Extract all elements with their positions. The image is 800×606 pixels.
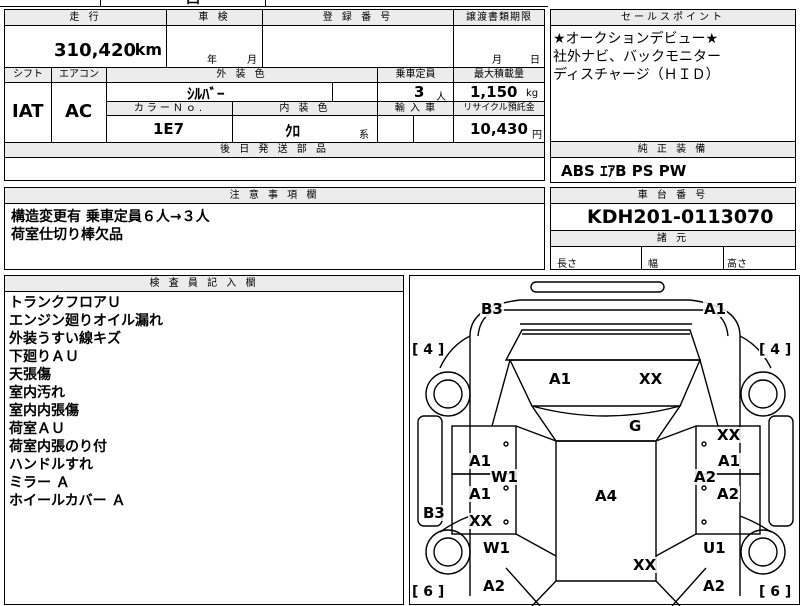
sales-point-line: ディスチャージ（ＨＩＤ） (553, 67, 720, 83)
inspector-notes-header: 検 査 員 記 入 欄 (5, 276, 403, 292)
width-label: 幅 (648, 259, 658, 270)
standard-equipment-value: ABS ｴｱB PS PW (561, 162, 687, 180)
damage-mark: A4 (594, 487, 619, 505)
tire-tread-mark: [ 6 ] (412, 584, 445, 600)
chassis-number-value: KDH201-0113070 (587, 206, 774, 228)
deadline-month-label: 月 (492, 55, 502, 66)
mileage-unit: km (134, 40, 162, 59)
interior-color-value: ｸﾛ (285, 122, 301, 140)
capacity-header: 乗車定員 (378, 68, 454, 83)
caution-box: 注 意 事 項 欄 構造変更有 乗車定員６人→３人 荷室仕切り棒欠品 (4, 187, 545, 270)
max-load-header: 最大積載量 (454, 68, 544, 83)
shift-header: シフト (5, 68, 52, 83)
damage-mark: W1 (490, 468, 519, 486)
vehicle-info-table: 走 行 車 検 登 録 番 号 譲渡書類期限 310,420 km 年 月 月 … (4, 9, 545, 181)
registration-value (263, 26, 454, 68)
inspection-month-label: 月 (247, 55, 257, 66)
damage-mark: A2 (693, 468, 718, 486)
damage-mark: B3 (480, 300, 504, 318)
aircon-header: エアコン (52, 68, 107, 83)
caution-line: 構造変更有 乗車定員６人→３人 (11, 209, 210, 225)
damage-mark: XX (468, 512, 494, 530)
damage-mark: XX (716, 426, 742, 444)
sales-point-line: ★オークションデビュー★ (553, 31, 719, 47)
height-label: 高さ (727, 259, 747, 270)
damage-diagram-box: B3 A1 A1 XX G XX A1 A1 W1 A2 A1 A4 A2 B3 XX W1 U1 XX A2 A2[… (409, 275, 800, 606)
chassis-number-box: 車 台 番 号 KDH201-0113070 (550, 187, 796, 231)
color-no-value: 1E7 (153, 120, 185, 138)
inspector-note-line: エンジン廻りオイル漏れ (9, 313, 163, 329)
sales-point-line: 社外ナビ、バックモニター (553, 49, 721, 65)
inspector-note-line: ミラー Ａ (9, 475, 70, 491)
color-no-header: カラーＮｏ. (107, 102, 233, 116)
inspector-note-line: トランクフロアＵ (9, 295, 121, 311)
standard-equipment-box: 純 正 装 備 ABS ｴｱB PS PW (550, 141, 796, 183)
damage-mark: A2 (482, 577, 507, 595)
damage-mark: A2 (716, 485, 741, 503)
inspector-note-line: 外装うすい線キズ (9, 331, 121, 347)
damage-mark: XX (632, 556, 658, 574)
inspector-note-line: ホイールカバー Ａ (9, 493, 126, 509)
tire-tread-mark: [ 6 ] (759, 584, 792, 600)
interior-color-suffix: 系 (359, 130, 369, 141)
damage-mark: A1 (468, 452, 493, 470)
inspector-notes-box: 検 査 員 記 入 欄 トランクフロアＵ エンジン廻りオイル漏れ 外装うすい線キズ下… (4, 275, 404, 605)
damage-mark: XX (638, 370, 664, 388)
tire-tread-mark: [ 4 ] (412, 342, 445, 358)
dimensions-box: 諸 元 長さ 幅 高さ (550, 230, 796, 270)
import-header: 輸 入 車 (378, 102, 454, 116)
damage-marks-layer: B3 A1 A1 XX G XX A1 A1 W1 A2 A1 A4 A2 B3 XX W1 U1 XX A2 A2[… (410, 276, 800, 606)
top-strip-fragment: 西 (186, 0, 200, 8)
sales-points-box: セールスポイント ★オークションデビュー★ 社外ナビ、バックモニター ディスチャ… (550, 9, 796, 142)
standard-equipment-header: 純 正 装 備 (551, 142, 795, 158)
inspector-note-line: 室内内張傷 (9, 403, 79, 419)
capacity-unit: 人 (436, 92, 446, 103)
length-label: 長さ (557, 259, 577, 270)
chassis-number-header: 車 台 番 号 (551, 188, 795, 204)
max-load-value: 1,150 (470, 83, 518, 101)
damage-mark: A1 (717, 452, 742, 470)
tire-tread-mark: [ 4 ] (759, 342, 792, 358)
exterior-color-header: 外 装 色 (107, 68, 378, 83)
recycle-value: 10,430 (470, 120, 528, 138)
interior-color-header: 内 装 色 (233, 102, 378, 116)
inspector-notes-list: トランクフロアＵ エンジン廻りオイル漏れ 外装うすい線キズ 下廻りＡＵ 天張傷室内汚れ室… (9, 294, 163, 510)
damage-mark: W1 (482, 539, 511, 557)
caution-line: 荷室仕切り棒欠品 (11, 227, 123, 243)
deadline-day-label: 日 (530, 55, 540, 66)
damage-mark: B3 (422, 504, 446, 522)
inspection-year-label: 年 (207, 55, 217, 66)
shift-value: IAT (12, 101, 44, 122)
recycle-unit: 円 (532, 130, 542, 141)
mileage-value: 310,420 (54, 40, 136, 61)
inspector-note-line: 下廻りＡＵ (9, 349, 79, 365)
inspector-note-line: 天張傷 (9, 367, 51, 383)
dimensions-header: 諸 元 (551, 231, 795, 247)
mileage-header: 走 行 (5, 10, 167, 26)
import-value (378, 116, 454, 143)
inspector-note-line: 室内汚れ (9, 385, 65, 401)
sales-points-header: セールスポイント (551, 10, 795, 26)
inspector-note-line: 荷室内張のり付 (9, 439, 107, 455)
damage-mark: A2 (702, 577, 727, 595)
exterior-color-value: ｼﾙﾊﾞｰ (187, 85, 225, 103)
capacity-value: 3 (414, 83, 425, 101)
damage-mark: A1 (703, 300, 728, 318)
inspector-note-line: ハンドルすれ (9, 457, 93, 473)
max-load-unit: kg (526, 88, 539, 99)
inspection-header: 車 検 (167, 10, 263, 26)
inspector-note-line: 荷室ＡＵ (9, 421, 65, 437)
transfer-deadline-header: 譲渡書類期限 (454, 10, 544, 26)
damage-mark: A1 (548, 370, 573, 388)
aircon-value: AC (65, 101, 93, 122)
recycle-header: リサイクル預託金 (454, 102, 544, 116)
top-strip: 西 (0, 0, 548, 7)
caution-header: 注 意 事 項 欄 (5, 188, 544, 204)
damage-mark: G (628, 417, 643, 435)
later-parts-header: 後 日 発 送 部 品 (5, 143, 544, 158)
damage-mark: U1 (702, 539, 727, 557)
damage-mark: A1 (468, 485, 493, 503)
registration-header: 登 録 番 号 (263, 10, 454, 26)
later-parts-value (5, 158, 544, 180)
